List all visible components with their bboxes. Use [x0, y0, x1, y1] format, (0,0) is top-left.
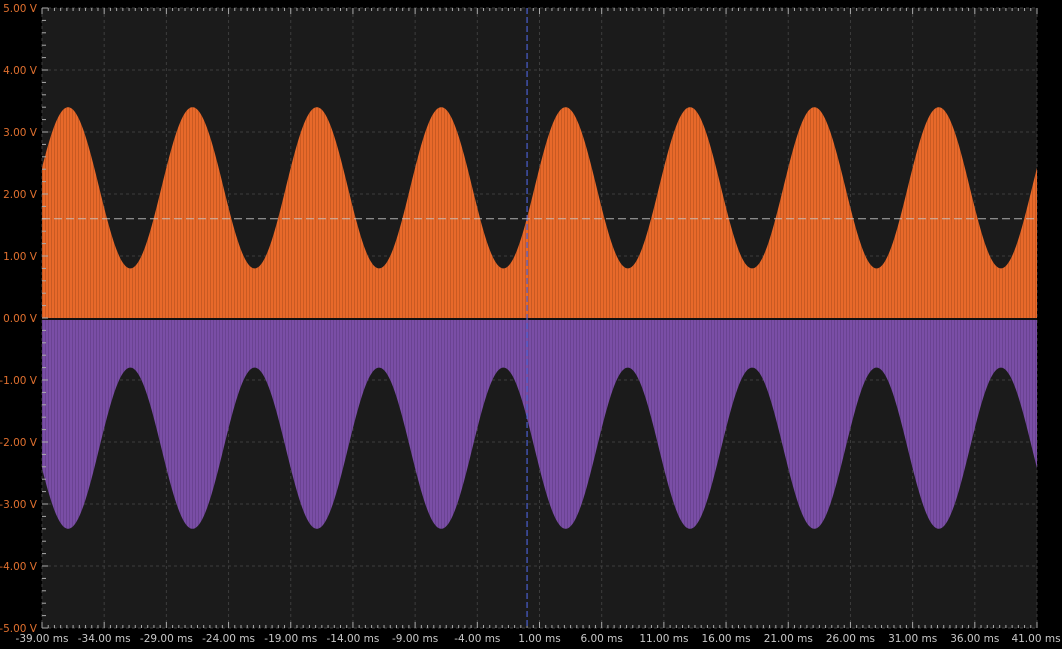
x-tick-label: -4.00 ms [454, 633, 500, 645]
y-tick-label: 1.00 V [3, 251, 38, 263]
x-tick-label: 1.00 ms [518, 633, 560, 645]
x-tick-label: -34.00 ms [78, 633, 131, 645]
y-axis-labels: 5.00 V 4.00 V 3.00 V 2.00 V 1.00 V 0.00 V -1.0… [0, 3, 38, 635]
y-tick-label: 2.00 V [3, 189, 38, 201]
y-tick-label: 3.00 V [3, 127, 38, 139]
y-tick-label: -2.00 V [0, 437, 38, 449]
x-axis-labels: -39.00 ms -34.00 ms -29.00 ms -24.00 ms -19.… [16, 633, 1061, 645]
x-tick-label: 41.00 ms [1011, 633, 1060, 645]
x-tick-label: 6.00 ms [580, 633, 622, 645]
x-tick-label: -14.00 ms [326, 633, 379, 645]
x-tick-label: -24.00 ms [202, 633, 255, 645]
x-tick-label: -29.00 ms [140, 633, 193, 645]
x-tick-label: -9.00 ms [392, 633, 438, 645]
x-tick-label: 21.00 ms [764, 633, 813, 645]
y-tick-label: 5.00 V [3, 3, 38, 15]
y-tick-label: 4.00 V [3, 65, 38, 77]
y-tick-label: 0.00 V [3, 313, 38, 325]
y-tick-label: -3.00 V [0, 499, 38, 511]
x-tick-label: 16.00 ms [702, 633, 751, 645]
x-tick-label: -39.00 ms [16, 633, 69, 645]
x-tick-label: 26.00 ms [826, 633, 875, 645]
x-tick-label: 11.00 ms [639, 633, 688, 645]
x-tick-label: 31.00 ms [888, 633, 937, 645]
x-tick-label: 36.00 ms [950, 633, 999, 645]
y-tick-label: -1.00 V [0, 375, 38, 387]
y-tick-label: -4.00 V [0, 561, 38, 573]
oscilloscope-chart: 5.00 V 4.00 V 3.00 V 2.00 V 1.00 V 0.00 V -1.0… [0, 3, 1061, 645]
x-tick-label: -19.00 ms [264, 633, 317, 645]
